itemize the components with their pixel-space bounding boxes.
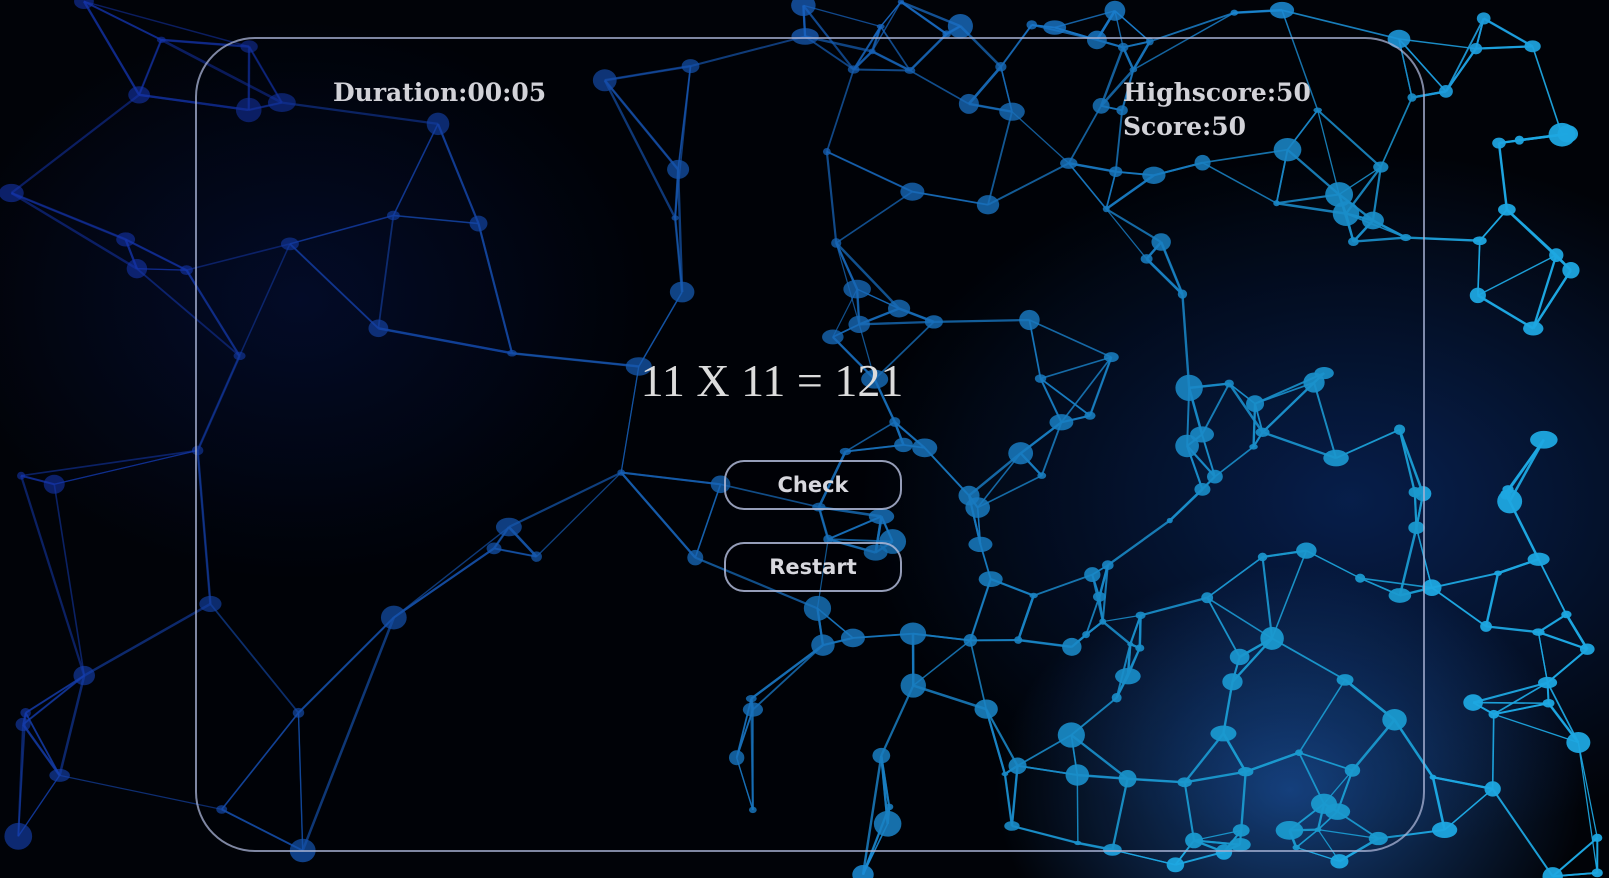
check-button[interactable]: Check	[724, 460, 902, 510]
question-equation: 11 X 11 = 121	[640, 355, 904, 406]
score-label: Score:50	[1123, 112, 1247, 141]
highscore-label: Highscore:50	[1123, 78, 1311, 107]
restart-button[interactable]: Restart	[724, 542, 902, 592]
game-screen: Duration:00:05 Highscore:50 Score:50 11 …	[0, 0, 1609, 878]
game-panel: Duration:00:05 Highscore:50 Score:50 11 …	[195, 37, 1425, 852]
duration-timer: Duration:00:05	[333, 78, 547, 107]
